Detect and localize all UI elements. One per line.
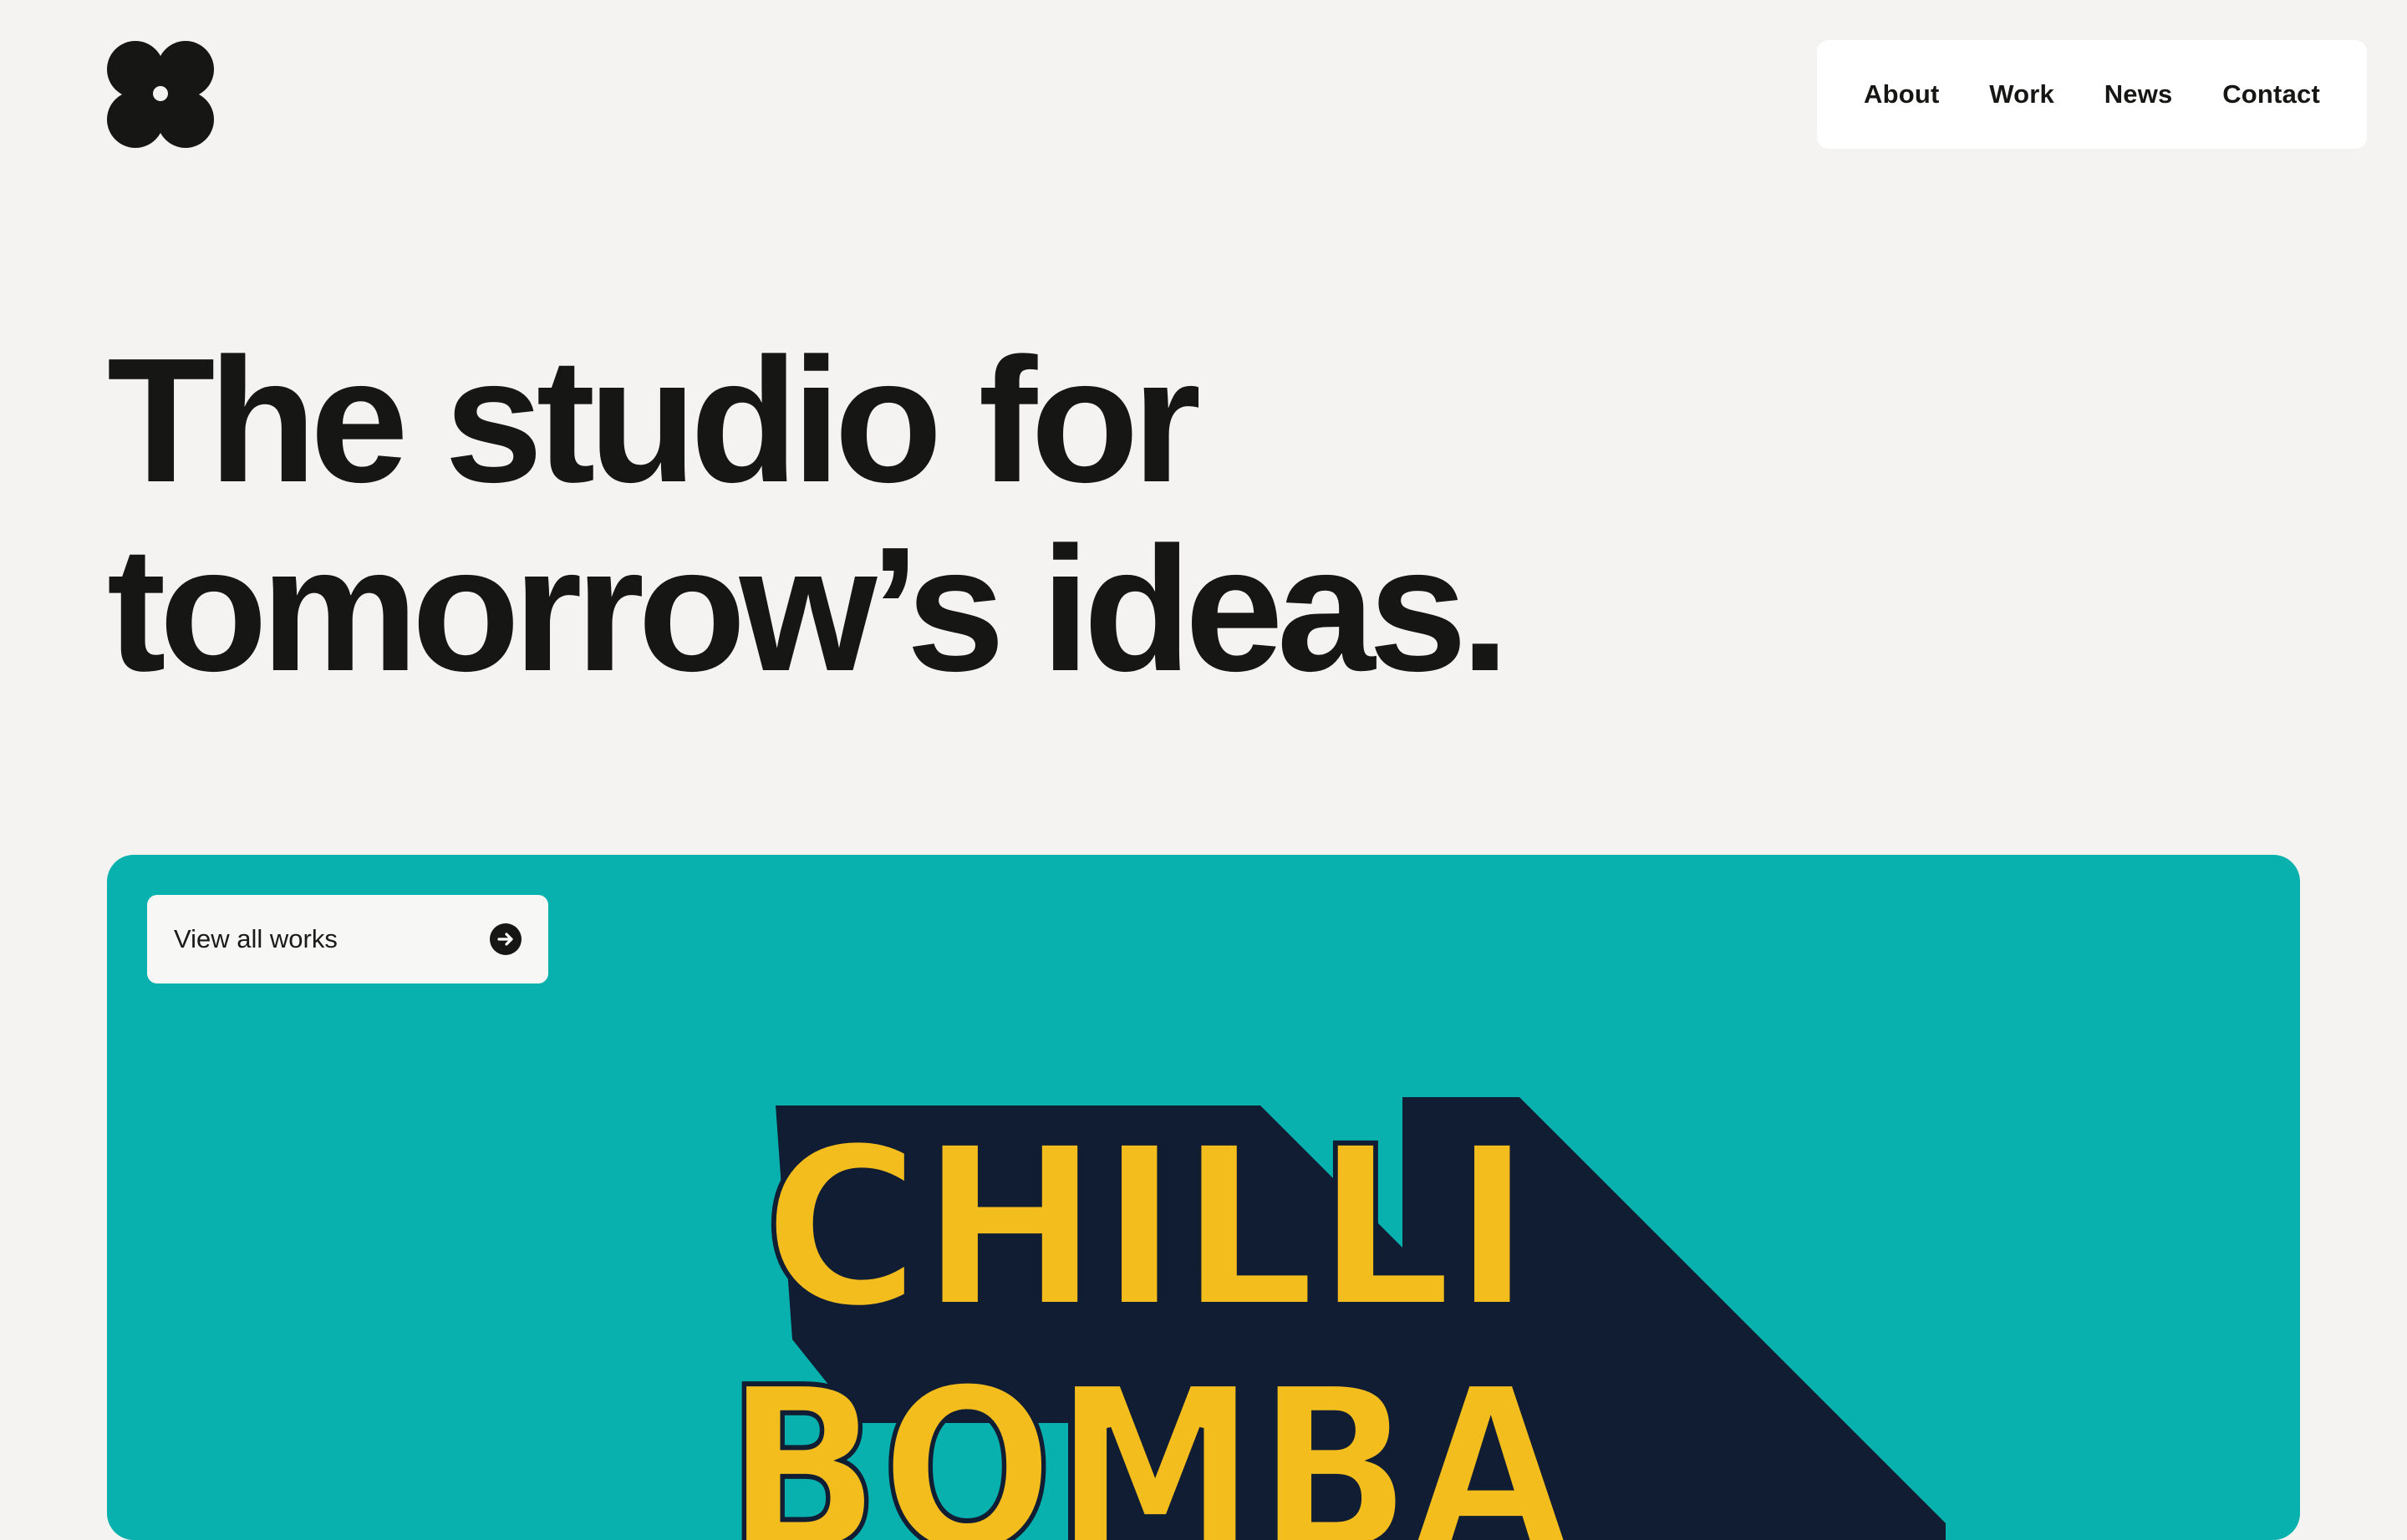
arrow-right-circle-icon (490, 923, 522, 955)
view-all-works-button[interactable]: View all works (147, 895, 548, 983)
studio-logo[interactable] (106, 40, 215, 149)
logo-center-dot (153, 86, 168, 101)
nav-about-link[interactable]: About (1864, 79, 1940, 109)
featured-work-card[interactable]: CHILLI BOMBA View all works (107, 855, 2300, 1540)
artwork-word-chilli: CHILLI (763, 1100, 1532, 1357)
hero-headline-line-1: The studio for (107, 321, 1201, 519)
nav-news-link[interactable]: News (2104, 79, 2173, 109)
hero-headline: The studio for tomorrow’s ideas. (107, 326, 2196, 704)
hero-headline-line-2: tomorrow’s ideas. (107, 510, 1509, 708)
nav-contact-link[interactable]: Contact (2222, 79, 2320, 109)
nav-work-link[interactable]: Work (1989, 79, 2054, 109)
view-all-works-label: View all works (174, 924, 338, 953)
main-navigation: About Work News Contact (1817, 40, 2367, 149)
artwork-word-bomba: BOMBA (725, 1339, 1571, 1540)
